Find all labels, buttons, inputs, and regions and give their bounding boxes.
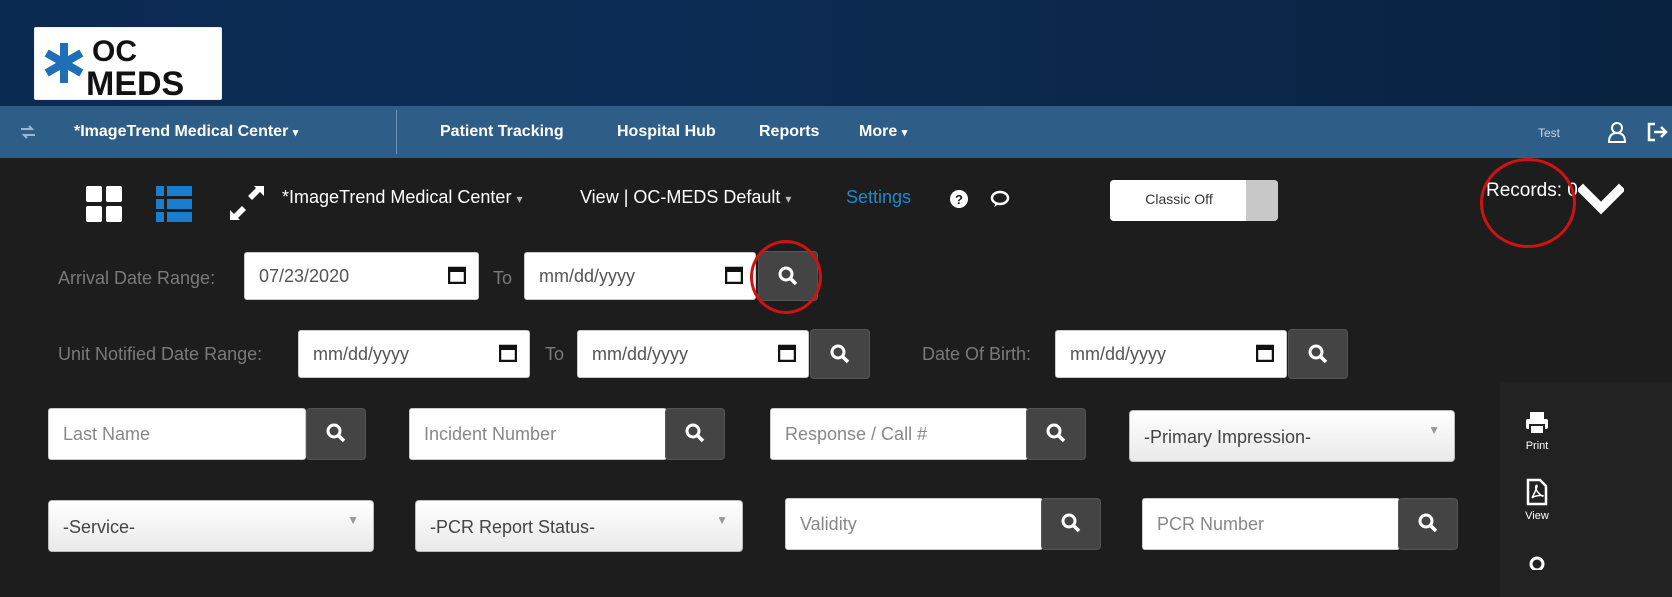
facility-menu[interactable]: *ImageTrend Medical Center ▾ bbox=[74, 123, 298, 141]
print-label: Print bbox=[1525, 440, 1549, 452]
primary-impression-select[interactable]: -Primary Impression- ▼ bbox=[1129, 410, 1455, 462]
arrival-date-label: Arrival Date Range: bbox=[58, 268, 216, 288]
incident-number-input[interactable]: Incident Number bbox=[409, 408, 667, 460]
list-view-icon[interactable] bbox=[156, 186, 192, 227]
more-side-action[interactable] bbox=[1510, 550, 1564, 597]
nav-more[interactable]: More ▾ bbox=[859, 123, 907, 141]
last-name-input[interactable]: Last Name bbox=[48, 408, 306, 460]
svg-text:?: ? bbox=[955, 192, 963, 207]
search-icon bbox=[1418, 513, 1438, 533]
search-icon bbox=[326, 423, 346, 443]
pcr-number-placeholder: PCR Number bbox=[1157, 514, 1265, 534]
chevron-down-icon[interactable] bbox=[1576, 180, 1626, 220]
last-name-placeholder: Last Name bbox=[63, 424, 151, 444]
annotation-circle-chevron bbox=[1480, 158, 1576, 248]
view-selector[interactable]: View | OC-MEDS Default ▾ bbox=[580, 187, 791, 208]
patient-search-panel: *ImageTrend Medical Center ▾ View | OC-M… bbox=[0, 158, 1672, 597]
service-value: -Service- bbox=[63, 517, 136, 537]
nav-reports[interactable]: Reports bbox=[759, 123, 819, 141]
search-icon bbox=[830, 344, 850, 364]
validity-search-button[interactable] bbox=[1041, 498, 1101, 550]
search-icon bbox=[1308, 344, 1328, 364]
pcr-number-search-button[interactable] bbox=[1398, 498, 1458, 550]
print-button[interactable]: Print bbox=[1510, 410, 1564, 452]
unit-to-field[interactable]: mm/dd/yyyy bbox=[577, 330, 809, 378]
caret-down-icon: ▼ bbox=[716, 513, 728, 527]
chat-icon[interactable] bbox=[990, 190, 1010, 213]
calendar-icon[interactable] bbox=[1256, 344, 1274, 362]
primary-impression-value: -Primary Impression- bbox=[1144, 427, 1312, 447]
arrival-to-value: mm/dd/yyyy bbox=[539, 266, 636, 286]
top-banner: OC MEDS bbox=[0, 0, 1672, 106]
unit-from-field[interactable]: mm/dd/yyyy bbox=[298, 330, 530, 378]
classic-toggle[interactable]: Classic Off bbox=[1110, 180, 1278, 221]
unit-from-value: mm/dd/yyyy bbox=[313, 344, 410, 364]
pcr-number-input[interactable]: PCR Number bbox=[1142, 498, 1400, 550]
last-name-search-button[interactable] bbox=[306, 408, 366, 460]
search-icon bbox=[685, 423, 705, 443]
validity-input[interactable]: Validity bbox=[785, 498, 1043, 550]
svg-text:OC: OC bbox=[92, 35, 137, 68]
response-search-button[interactable] bbox=[1026, 408, 1086, 460]
dob-label: Date Of Birth: bbox=[922, 344, 1032, 364]
annotation-circle-search bbox=[750, 240, 822, 314]
pdf-icon bbox=[1526, 478, 1548, 506]
facility-selector[interactable]: *ImageTrend Medical Center ▾ bbox=[282, 187, 523, 208]
svg-text:MEDS: MEDS bbox=[86, 65, 184, 100]
to-label: To bbox=[545, 344, 565, 364]
incident-search-button[interactable] bbox=[665, 408, 725, 460]
swap-icon[interactable] bbox=[18, 122, 38, 142]
view-pdf-button[interactable]: View bbox=[1510, 478, 1564, 522]
unit-notified-label: Unit Notified Date Range: bbox=[58, 344, 263, 364]
main-navbar: *ImageTrend Medical Center ▾ Patient Tra… bbox=[0, 106, 1672, 158]
search-icon bbox=[1061, 513, 1081, 533]
tile-view-icon[interactable] bbox=[86, 186, 122, 227]
calendar-icon[interactable] bbox=[499, 344, 517, 362]
user-name: Test bbox=[1537, 126, 1560, 140]
to-label: To bbox=[493, 268, 513, 288]
settings-link[interactable]: Settings bbox=[846, 187, 911, 208]
dob-search-button[interactable] bbox=[1288, 329, 1348, 379]
service-select[interactable]: -Service- ▼ bbox=[48, 500, 374, 552]
pcr-status-value: -PCR Report Status- bbox=[430, 517, 596, 537]
arrival-from-value: 07/23/2020 bbox=[259, 266, 350, 286]
calendar-icon[interactable] bbox=[725, 266, 743, 284]
calendar-icon[interactable] bbox=[448, 266, 466, 284]
validity-placeholder: Validity bbox=[800, 514, 857, 534]
classic-toggle-knob bbox=[1246, 180, 1278, 221]
nav-hospital-hub[interactable]: Hospital Hub bbox=[617, 123, 716, 141]
response-call-placeholder: Response / Call # bbox=[785, 424, 928, 444]
partial-icon bbox=[1529, 556, 1545, 570]
unit-search-button[interactable] bbox=[810, 329, 870, 379]
classic-toggle-label: Classic Off bbox=[1110, 180, 1248, 221]
help-icon[interactable]: ? bbox=[950, 190, 968, 213]
view-label: View bbox=[1525, 510, 1549, 522]
response-call-input[interactable]: Response / Call # bbox=[770, 408, 1028, 460]
logout-icon[interactable] bbox=[1646, 121, 1668, 142]
search-icon bbox=[1046, 423, 1066, 443]
unit-to-value: mm/dd/yyyy bbox=[592, 344, 689, 364]
nav-patient-tracking[interactable]: Patient Tracking bbox=[440, 123, 564, 141]
dob-value: mm/dd/yyyy bbox=[1070, 344, 1167, 364]
user-icon[interactable] bbox=[1606, 121, 1627, 143]
expand-icon[interactable] bbox=[226, 182, 268, 229]
pcr-status-select[interactable]: -PCR Report Status- ▼ bbox=[415, 500, 743, 552]
caret-down-icon: ▼ bbox=[1428, 423, 1440, 437]
arrival-to-field[interactable]: mm/dd/yyyy bbox=[524, 252, 756, 300]
incident-number-placeholder: Incident Number bbox=[424, 424, 557, 444]
arrival-from-field[interactable]: 07/23/2020 bbox=[244, 252, 479, 300]
nav-divider bbox=[396, 110, 397, 154]
app-window: OC MEDS *ImageTrend Medical Center ▾ Pat… bbox=[0, 0, 1672, 597]
dob-field[interactable]: mm/dd/yyyy bbox=[1055, 330, 1287, 378]
printer-icon bbox=[1526, 412, 1548, 435]
calendar-icon[interactable] bbox=[778, 344, 796, 362]
caret-down-icon: ▼ bbox=[347, 513, 359, 527]
oc-meds-logo[interactable]: OC MEDS bbox=[34, 27, 222, 100]
